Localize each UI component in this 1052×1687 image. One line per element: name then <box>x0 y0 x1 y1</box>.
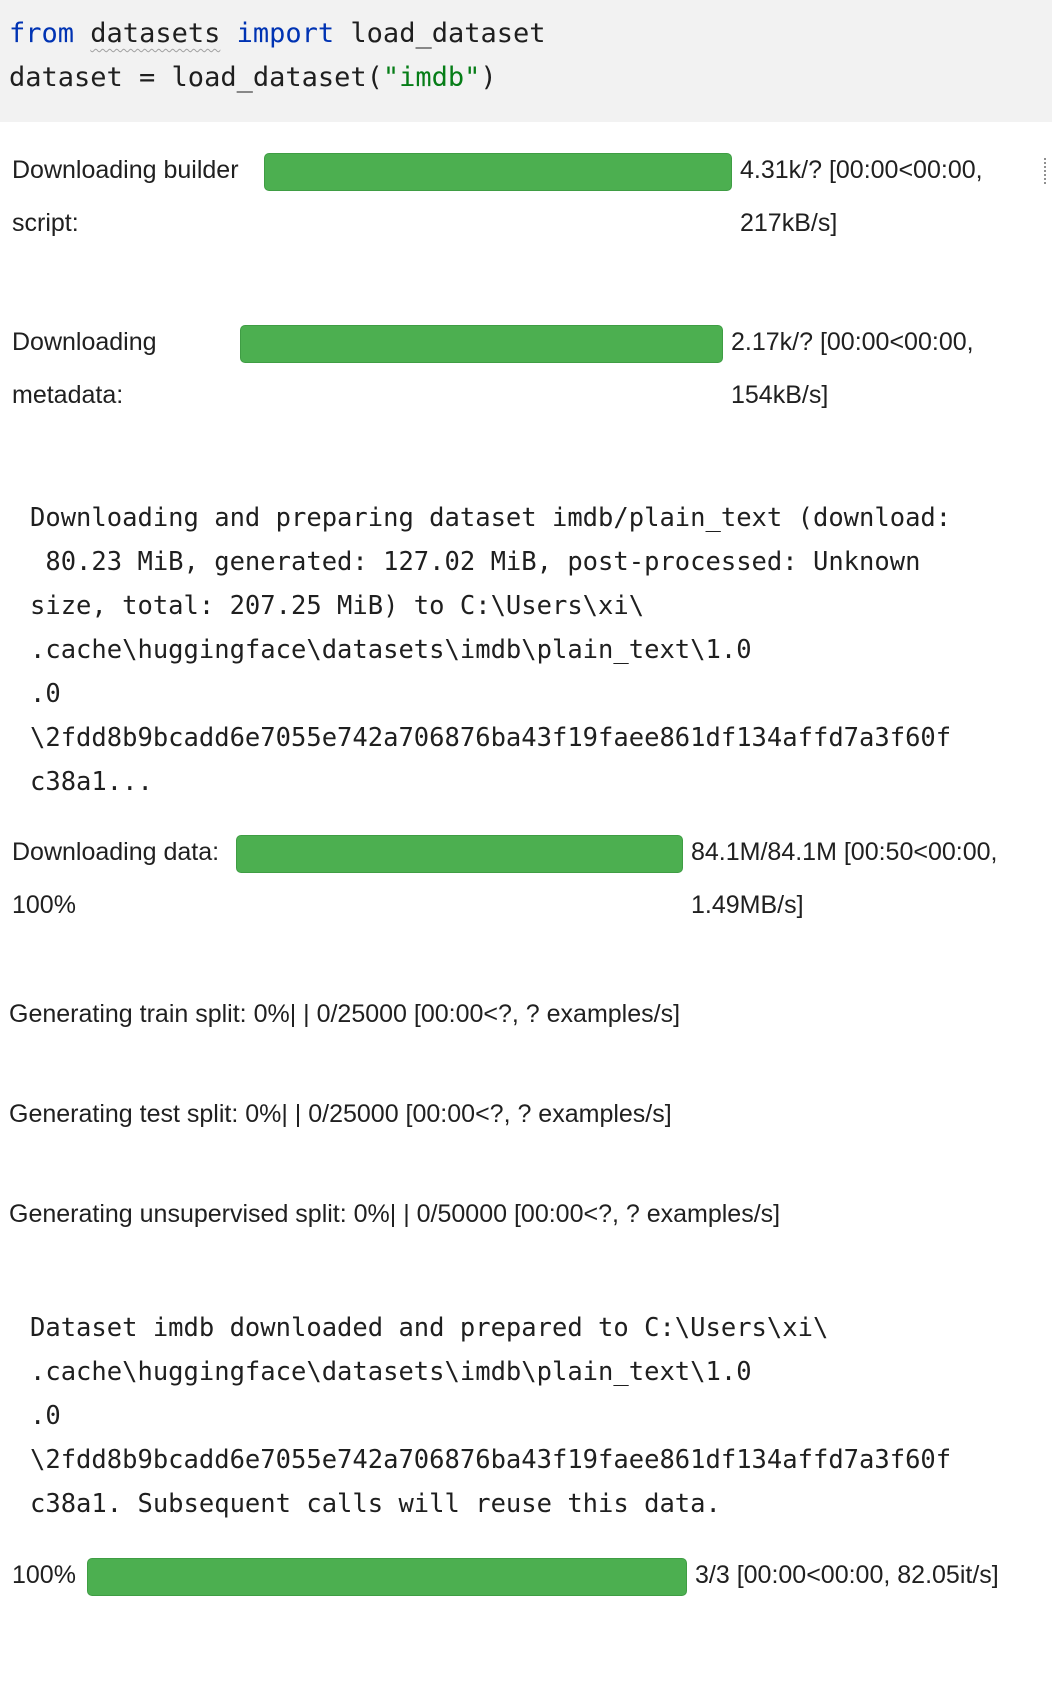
progress-label-cont: metadata: <box>12 381 124 409</box>
log-line: Downloading and preparing dataset imdb/p… <box>30 503 952 533</box>
log-line: Dataset imdb downloaded and prepared to … <box>30 1313 829 1343</box>
progress-rate: 154kB/s] <box>731 381 829 409</box>
scroll-edge-marker <box>1044 158 1050 184</box>
progress-rate: 217kB/s] <box>740 209 838 237</box>
keyword-import: import <box>236 18 335 49</box>
progress-label: Downloading builder <box>12 156 239 184</box>
log-line: .0 <box>30 679 61 709</box>
progress-status: 3/3 [00:00<00:00, 82.05it/s] <box>695 1561 999 1589</box>
log-line: c38a1. Subsequent calls will reuse this … <box>30 1489 721 1519</box>
log-line: 80.23 MiB, generated: 127.02 MiB, post-p… <box>30 547 921 577</box>
progress-label: Downloading <box>12 328 157 356</box>
progress-bar <box>236 835 683 873</box>
progress-rate: 1.49MB/s] <box>691 891 804 919</box>
code-line-2: dataset = load_dataset("imdb") <box>9 62 497 93</box>
log-line: .cache\huggingface\datasets\imdb\plain_t… <box>30 635 752 665</box>
progress-bar <box>264 153 732 191</box>
assign-call: dataset = load_dataset( <box>9 62 383 93</box>
progress-label: Downloading data: <box>12 838 220 866</box>
code-line-1: from datasets import load_dataset <box>9 18 546 49</box>
log-line: \2fdd8b9bcadd6e7055e742a706876ba43f19fae… <box>30 1445 952 1475</box>
log-line: .cache\huggingface\datasets\imdb\plain_t… <box>30 1357 752 1387</box>
progress-bar <box>87 1558 687 1596</box>
code-cell[interactable]: from datasets import load_dataset datase… <box>0 0 1052 122</box>
progress-label: 100% <box>12 1561 76 1589</box>
split-train-status: Generating train split: 0%| | 0/25000 [0… <box>9 1000 681 1028</box>
split-unsupervised-status: Generating unsupervised split: 0%| | 0/5… <box>9 1200 781 1228</box>
keyword-from: from <box>9 18 75 49</box>
log-line: \2fdd8b9bcadd6e7055e742a706876ba43f19fae… <box>30 723 952 753</box>
progress-status: 2.17k/? [00:00<00:00, <box>731 328 974 356</box>
progress-label-cont: 100% <box>12 891 76 919</box>
progress-status: 4.31k/? [00:00<00:00, <box>740 156 983 184</box>
split-test-status: Generating test split: 0%| | 0/25000 [00… <box>9 1100 672 1128</box>
call-close: ) <box>480 62 497 93</box>
log-line: c38a1... <box>30 767 153 797</box>
module-name: datasets <box>90 18 221 49</box>
log-line: size, total: 207.25 MiB) to C:\Users\xi\ <box>30 591 645 621</box>
string-arg: "imdb" <box>382 62 481 93</box>
log-line: .0 <box>30 1401 61 1431</box>
progress-label-cont: script: <box>12 209 79 237</box>
progress-status: 84.1M/84.1M [00:50<00:00, <box>691 838 998 866</box>
import-name: load_dataset <box>350 18 546 49</box>
progress-bar <box>240 325 723 363</box>
